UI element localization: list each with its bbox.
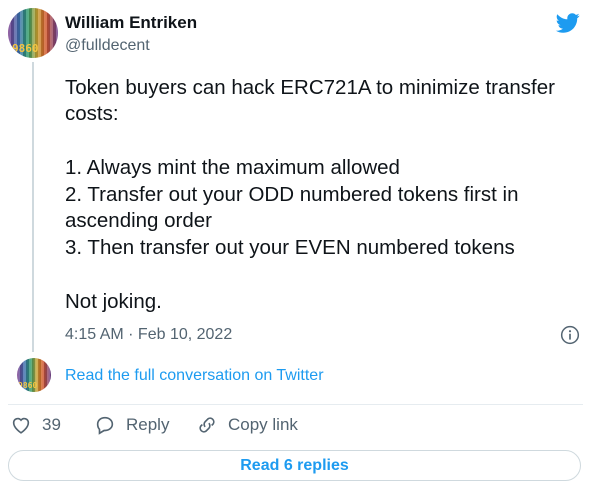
- read-conversation-link[interactable]: Read the full conversation on Twitter: [65, 367, 324, 385]
- thread-line: [32, 62, 34, 352]
- tweet-line-2: costs:: [65, 102, 119, 125]
- author-handle[interactable]: @fulldecent: [65, 37, 150, 55]
- divider: [8, 404, 583, 405]
- reply-icon: [96, 416, 114, 435]
- link-icon: [199, 417, 215, 433]
- tweet-line-4: 2. Transfer out your ODD numbered tokens…: [65, 183, 519, 206]
- reply-label: Reply: [126, 415, 170, 434]
- avatar-tag: 9860: [12, 42, 39, 55]
- tweet-timestamp[interactable]: 4:15 AM · Feb 10, 2022: [65, 326, 232, 344]
- author-avatar-small[interactable]: 9860: [17, 358, 51, 392]
- like-count: 39: [42, 415, 61, 434]
- reply-button[interactable]: Reply: [94, 414, 169, 436]
- tweet-line-7: Not joking.: [65, 290, 162, 313]
- read-replies-label: Read 6 replies: [240, 456, 349, 474]
- author-name[interactable]: William Entriken: [65, 13, 197, 33]
- twitter-bird-icon[interactable]: [554, 11, 582, 35]
- tweet-line-6: 3. Then transfer out your EVEN numbered …: [65, 236, 515, 259]
- avatar-tag: 9860: [18, 381, 38, 390]
- copy-link-label: Copy link: [228, 415, 298, 434]
- read-replies-button[interactable]: Read 6 replies: [8, 450, 581, 481]
- info-icon[interactable]: [560, 325, 580, 345]
- like-button[interactable]: 39: [10, 414, 61, 436]
- copy-link-button[interactable]: Copy link: [196, 414, 298, 436]
- tweet-line-3: 1. Always mint the maximum allowed: [65, 156, 400, 179]
- tweet-line-1: Token buyers can hack ERC721A to minimiz…: [65, 76, 555, 99]
- tweet-line-5: ascending order: [65, 209, 213, 232]
- heart-icon: [12, 417, 30, 434]
- author-avatar[interactable]: 9860: [8, 8, 58, 58]
